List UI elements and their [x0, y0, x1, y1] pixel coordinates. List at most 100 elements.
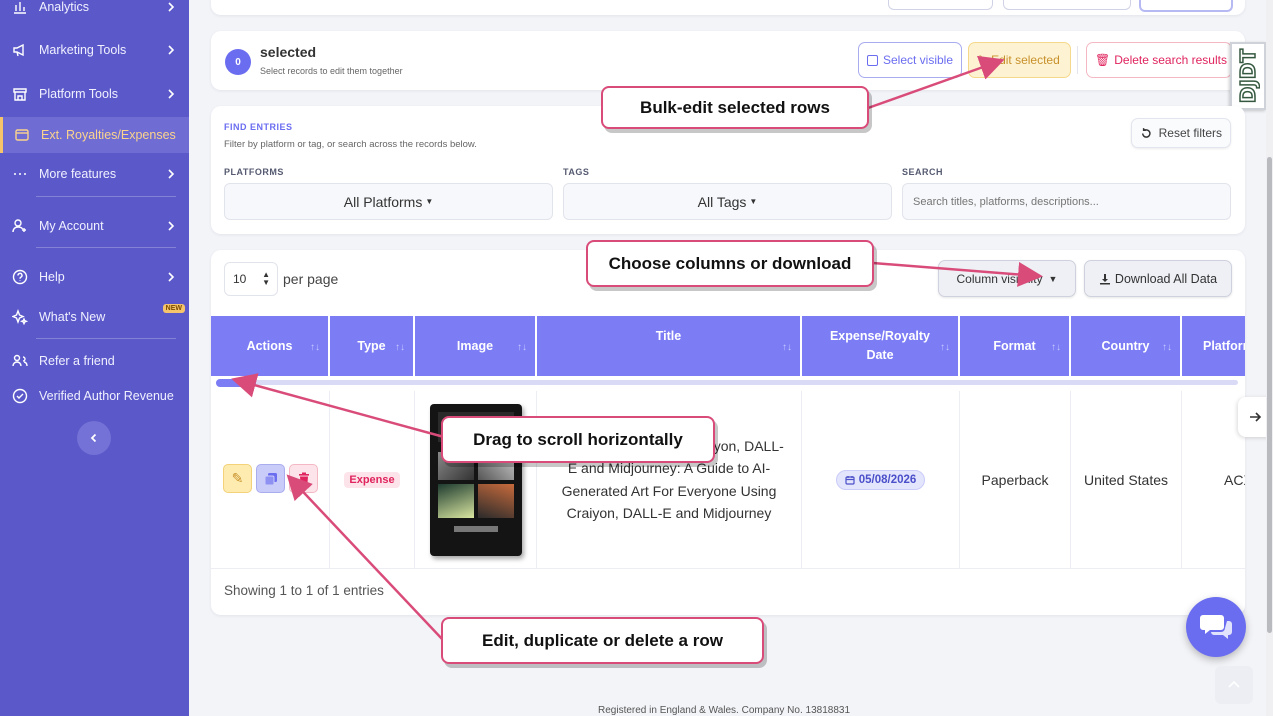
per-page-select[interactable]: 10 ▲ ▼ [224, 262, 278, 296]
sidebar-item-label: Marketing Tools [39, 43, 127, 57]
delete-row-button[interactable] [289, 464, 318, 493]
toolbar-button[interactable] [1003, 0, 1131, 10]
arrow-right-icon [1250, 412, 1262, 422]
sidebar-divider [36, 247, 176, 248]
sidebar-item-label: Platform Tools [39, 87, 118, 101]
wallet-icon [13, 126, 31, 144]
button-divider [1077, 46, 1078, 74]
toolbar-button[interactable] [1139, 0, 1233, 12]
reset-filters-label: Reset filters [1158, 126, 1222, 140]
horizontal-scrollbar-thumb[interactable] [216, 379, 256, 387]
sidebar-item-analytics[interactable]: Analytics [0, 0, 189, 25]
table-footer-info: Showing 1 to 1 of 1 entries [224, 583, 384, 598]
sidebar-item-marketing-tools[interactable]: Marketing Tools [0, 32, 189, 68]
select-visible-button[interactable]: Select visible [858, 42, 962, 78]
chevron-right-icon [168, 89, 175, 99]
platforms-select-value: All Platforms [343, 193, 423, 210]
column-header-type[interactable]: Type ↑↓ [330, 316, 415, 376]
pencil-icon: ✎ [977, 53, 988, 67]
sidebar-item-refer-a-friend[interactable]: Refer a friend [0, 343, 189, 379]
edit-selected-button[interactable]: ✎ Edit selected [968, 42, 1071, 78]
platforms-select[interactable]: All Platforms ▼ [224, 183, 553, 220]
toolbar-button[interactable] [888, 0, 993, 10]
sidebar-item-verified-author-revenue[interactable]: Verified Author Revenue [0, 378, 189, 414]
horizontal-scrollbar-track[interactable] [216, 379, 1238, 387]
vertical-scrollbar-thumb[interactable] [1267, 157, 1272, 633]
new-badge: NEW [162, 304, 185, 313]
column-header-actions[interactable]: Actions ↑↓ [211, 316, 330, 376]
sidebar-item-ext-royalties-expenses[interactable]: Ext. Royalties/Expenses [0, 117, 189, 153]
trash-icon: 🗑 [1095, 53, 1111, 67]
sidebar-item-my-account[interactable]: My Account [0, 208, 189, 244]
calendar-icon [845, 475, 855, 485]
sidebar: Analytics Marketing Tools Platform Tools… [0, 0, 189, 716]
callout-drag-scroll: Drag to scroll horizontally [441, 416, 715, 463]
sidebar-item-platform-tools[interactable]: Platform Tools [0, 76, 189, 112]
tags-select[interactable]: All Tags ▼ [563, 183, 892, 220]
column-header-date[interactable]: Expense/Royalty Date ↑↓ [802, 316, 960, 376]
duplicate-row-button[interactable] [256, 464, 285, 493]
selected-title: selected [260, 44, 317, 60]
download-all-data-button[interactable]: Download All Data [1084, 260, 1232, 297]
selected-subtitle: Select records to edit them together [260, 66, 403, 76]
platform-value: ACX [1224, 471, 1245, 488]
type-cell: Expense [330, 391, 415, 568]
user-gear-icon [11, 217, 29, 235]
column-header-label: Country [1101, 339, 1150, 353]
delete-search-results-button[interactable]: 🗑 Delete search results [1086, 42, 1232, 78]
expense-badge: Expense [344, 471, 400, 488]
platforms-label: PLATFORMS [224, 167, 284, 177]
search-label: SEARCH [902, 167, 944, 177]
sidebar-item-label: Refer a friend [39, 354, 115, 368]
check-circle-icon [11, 387, 29, 405]
edit-row-button[interactable]: ✎ [223, 464, 252, 493]
download-label: Download All Data [1114, 271, 1218, 286]
table-header: Actions ↑↓ Type ↑↓ Image ↑↓ Title ↑↓ Expense… [211, 316, 1245, 376]
select-visible-label: Select visible [882, 53, 953, 67]
sidebar-item-label: Analytics [39, 0, 90, 14]
bar-chart-icon [11, 0, 29, 16]
platform-cell: ACX [1182, 391, 1245, 568]
sort-icon: ↑↓ [395, 342, 405, 353]
collapse-sidebar-button[interactable] [77, 421, 111, 455]
cover-panel [437, 483, 474, 518]
chat-button[interactable] [1186, 597, 1246, 657]
reset-filters-button[interactable]: Reset filters [1131, 118, 1231, 148]
date-value: 05/08/2026 [858, 473, 917, 486]
back-to-top-button[interactable] [1215, 666, 1253, 704]
checkbox-icon [867, 54, 878, 66]
sort-icon: ↑↓ [310, 342, 320, 353]
search-input[interactable] [902, 183, 1231, 220]
sidebar-item-label: Verified Author Revenue [39, 389, 174, 403]
column-header-label: Title [655, 329, 682, 343]
column-header-platform[interactable]: Platform [1182, 316, 1245, 376]
chevron-right-icon [168, 169, 175, 179]
column-header-image[interactable]: Image ↑↓ [415, 316, 537, 376]
column-header-country[interactable]: Country ↑↓ [1071, 316, 1182, 376]
column-header-title[interactable]: Title ↑↓ [537, 316, 802, 376]
sidebar-item-help[interactable]: Help [0, 259, 189, 295]
chevron-right-icon [168, 45, 175, 55]
vertical-scrollbar-track[interactable] [1266, 0, 1273, 716]
users-icon [11, 352, 29, 370]
caret-down-icon: ▼ [425, 197, 434, 206]
selected-count-badge: 0 [225, 49, 251, 75]
sidebar-item-whats-new[interactable]: What's New NEW [0, 299, 189, 335]
sort-icon: ↑↓ [782, 342, 792, 353]
format-cell: Paperback [960, 391, 1071, 568]
cover-panel [453, 525, 498, 532]
chevron-right-icon [168, 2, 175, 12]
column-header-format[interactable]: Format ↑↓ [960, 316, 1071, 376]
cover-panel [477, 483, 514, 518]
sidebar-item-label: Help [39, 270, 65, 284]
sidebar-divider [36, 196, 176, 197]
sidebar-item-more-features[interactable]: More features [0, 156, 189, 192]
column-header-label: Platform [1203, 339, 1245, 353]
trash-icon [298, 472, 309, 485]
pencil-icon: ✎ [231, 470, 244, 486]
top-toolbar-card [211, 0, 1245, 15]
chevron-left-icon [90, 433, 97, 443]
chevron-up-icon [1228, 680, 1240, 688]
column-visibility-button[interactable]: Column visibility ▼ [938, 260, 1076, 297]
debug-toolbar-handle[interactable]: DJDT [1230, 42, 1266, 110]
